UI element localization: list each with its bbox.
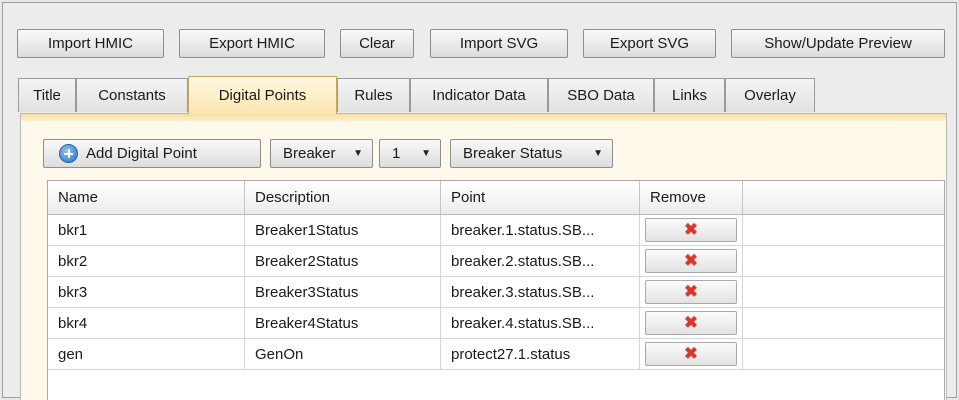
description-cell[interactable]: Breaker3Status <box>245 277 441 307</box>
remove-row-button[interactable]: ✖ <box>645 311 737 335</box>
name-cell[interactable]: bkr3 <box>48 277 245 307</box>
name-cell[interactable]: gen <box>48 339 245 369</box>
add-digital-point-button[interactable]: Add Digital Point <box>43 139 261 168</box>
chevron-down-icon: ▼ <box>421 148 431 159</box>
tab-constants[interactable]: Constants <box>76 78 188 112</box>
description-cell[interactable]: Breaker4Status <box>245 308 441 338</box>
description-cell[interactable]: Breaker1Status <box>245 215 441 245</box>
digital-points-panel: Add Digital Point Breaker ▼ 1 ▼ Breaker … <box>20 113 947 400</box>
column-header-name[interactable]: Name <box>48 181 245 214</box>
remove-row-button[interactable]: ✖ <box>645 249 737 273</box>
panel-accent-line <box>21 114 946 121</box>
tab-sbo-data[interactable]: SBO Data <box>548 78 654 112</box>
tab-title[interactable]: Title <box>18 78 76 112</box>
table-row[interactable]: bkr1 Breaker1Status breaker.1.status.SB.… <box>48 215 944 246</box>
add-digital-point-label: Add Digital Point <box>86 145 197 162</box>
point-type-select[interactable]: Breaker Status ▼ <box>450 139 613 168</box>
red-x-icon: ✖ <box>683 219 699 240</box>
device-type-value: Breaker <box>283 145 336 162</box>
clear-button[interactable]: Clear <box>340 29 414 58</box>
point-cell[interactable]: breaker.2.status.SB... <box>441 246 640 276</box>
device-number-value: 1 <box>392 145 401 162</box>
name-cell[interactable]: bkr2 <box>48 246 245 276</box>
import-svg-button[interactable]: Import SVG <box>430 29 568 58</box>
tab-digital-points[interactable]: Digital Points <box>188 76 337 114</box>
red-x-icon: ✖ <box>683 343 699 364</box>
red-x-icon: ✖ <box>683 312 699 333</box>
remove-row-button[interactable]: ✖ <box>645 342 737 366</box>
export-svg-button[interactable]: Export SVG <box>583 29 716 58</box>
column-header-remove[interactable]: Remove <box>640 181 743 214</box>
chevron-down-icon: ▼ <box>353 148 363 159</box>
column-header-description[interactable]: Description <box>245 181 441 214</box>
tab-indicator-data[interactable]: Indicator Data <box>410 78 548 112</box>
table-row[interactable]: bkr2 Breaker2Status breaker.2.status.SB.… <box>48 246 944 277</box>
red-x-icon: ✖ <box>683 250 699 271</box>
tab-overlay[interactable]: Overlay <box>725 78 815 112</box>
tab-links[interactable]: Links <box>654 78 725 112</box>
remove-row-button[interactable]: ✖ <box>645 218 737 242</box>
show-update-preview-button[interactable]: Show/Update Preview <box>731 29 945 58</box>
editor-window: Import HMIC Export HMIC Clear Import SVG… <box>2 2 957 400</box>
import-hmic-button[interactable]: Import HMIC <box>17 29 164 58</box>
column-header-point[interactable]: Point <box>441 181 640 214</box>
point-type-value: Breaker Status <box>463 145 563 162</box>
red-x-icon: ✖ <box>683 281 699 302</box>
table-row[interactable]: bkr4 Breaker4Status breaker.4.status.SB.… <box>48 308 944 339</box>
description-cell[interactable]: GenOn <box>245 339 441 369</box>
name-cell[interactable]: bkr4 <box>48 308 245 338</box>
export-hmic-button[interactable]: Export HMIC <box>179 29 325 58</box>
device-number-select[interactable]: 1 ▼ <box>379 139 441 168</box>
grid-header: Name Description Point Remove <box>48 181 944 215</box>
table-row[interactable]: bkr3 Breaker3Status breaker.3.status.SB.… <box>48 277 944 308</box>
point-cell[interactable]: breaker.3.status.SB... <box>441 277 640 307</box>
plus-circle-icon <box>59 144 78 163</box>
point-cell[interactable]: breaker.4.status.SB... <box>441 308 640 338</box>
point-cell[interactable]: protect27.1.status <box>441 339 640 369</box>
device-type-select[interactable]: Breaker ▼ <box>270 139 373 168</box>
name-cell[interactable]: bkr1 <box>48 215 245 245</box>
tab-rules[interactable]: Rules <box>337 78 410 112</box>
point-cell[interactable]: breaker.1.status.SB... <box>441 215 640 245</box>
chevron-down-icon: ▼ <box>593 148 603 159</box>
digital-points-grid: Name Description Point Remove bkr1 Break… <box>47 180 945 400</box>
description-cell[interactable]: Breaker2Status <box>245 246 441 276</box>
tab-bar: Title Constants Digital Points Rules Ind… <box>18 76 948 114</box>
table-row[interactable]: gen GenOn protect27.1.status ✖ <box>48 339 944 370</box>
remove-row-button[interactable]: ✖ <box>645 280 737 304</box>
